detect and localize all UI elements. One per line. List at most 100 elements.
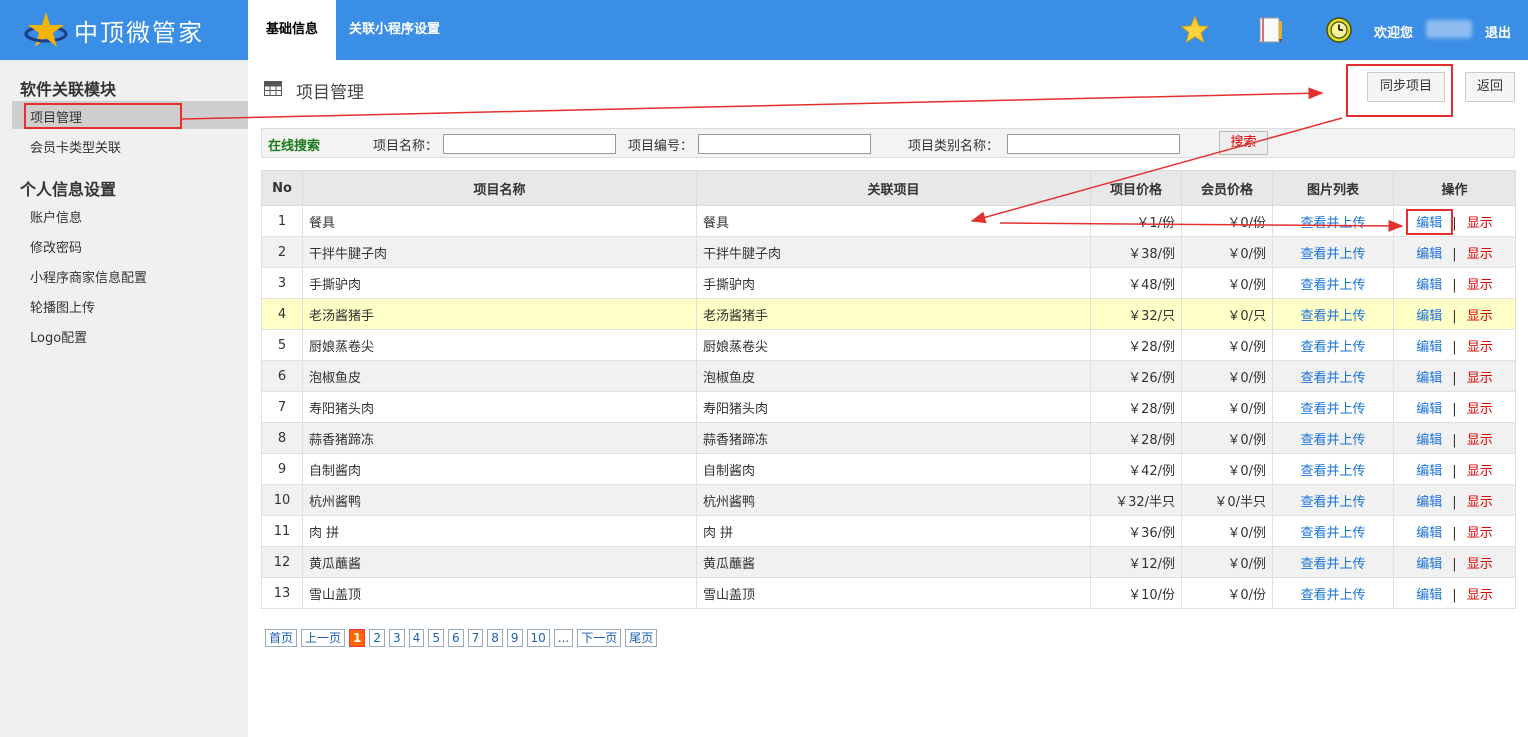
view-upload-link[interactable]: 查看并上传: [1300, 464, 1365, 479]
table-row: 10 杭州酱鸭 杭州酱鸭 ￥32/半只 ￥0/半只 查看并上传 编辑 | 显示: [261, 484, 1516, 516]
history-icon[interactable]: [1324, 15, 1354, 45]
col-header-images: 图片列表: [1272, 170, 1394, 206]
edit-link[interactable]: 编辑: [1416, 216, 1442, 231]
edit-link[interactable]: 编辑: [1416, 247, 1442, 262]
cell-actions: 编辑 | 显示: [1393, 546, 1516, 578]
edit-link[interactable]: 编辑: [1416, 433, 1442, 448]
page-number-button[interactable]: 10: [526, 629, 550, 647]
show-link[interactable]: 显示: [1467, 216, 1493, 231]
cell-actions: 编辑 | 显示: [1393, 484, 1516, 516]
edit-link[interactable]: 编辑: [1416, 309, 1442, 324]
search-button[interactable]: 搜索: [1219, 131, 1268, 155]
show-link[interactable]: 显示: [1467, 588, 1493, 603]
cell-name: 黄瓜蘸酱: [302, 546, 697, 578]
edit-link[interactable]: 编辑: [1416, 402, 1442, 417]
view-upload-link[interactable]: 查看并上传: [1300, 557, 1365, 572]
edit-link[interactable]: 编辑: [1416, 340, 1442, 355]
back-button[interactable]: 返回: [1465, 72, 1515, 102]
cell-name: 自制酱肉: [302, 453, 697, 485]
show-link[interactable]: 显示: [1467, 340, 1493, 355]
view-upload-link[interactable]: 查看并上传: [1300, 278, 1365, 293]
page-number-button[interactable]: 7: [467, 629, 484, 647]
edit-link[interactable]: 编辑: [1416, 371, 1442, 386]
tab-miniprogram-settings[interactable]: 关联小程序设置: [349, 0, 440, 60]
view-upload-link[interactable]: 查看并上传: [1300, 309, 1365, 324]
page-first-button[interactable]: 首页: [265, 629, 298, 647]
tab-basic-info[interactable]: 基础信息: [248, 0, 336, 60]
welcome-text: 欢迎您: [1374, 26, 1414, 41]
cell-price: ￥32/只: [1090, 298, 1182, 330]
sidebar-item-password[interactable]: 修改密码: [30, 237, 82, 256]
project-name-input[interactable]: [443, 134, 616, 154]
action-separator: |: [1452, 401, 1457, 417]
view-upload-link[interactable]: 查看并上传: [1300, 247, 1365, 262]
page-number-button[interactable]: 4: [408, 629, 425, 647]
page-number-button[interactable]: 5: [428, 629, 444, 647]
edit-link[interactable]: 编辑: [1416, 557, 1442, 572]
cell-member-price: ￥0/例: [1181, 391, 1273, 423]
star-icon[interactable]: [1180, 15, 1210, 45]
view-upload-link[interactable]: 查看并上传: [1300, 340, 1365, 355]
show-link[interactable]: 显示: [1467, 309, 1493, 324]
page-number-button[interactable]: 1: [349, 629, 366, 647]
show-link[interactable]: 显示: [1467, 526, 1493, 541]
view-upload-link[interactable]: 查看并上传: [1300, 433, 1365, 448]
cell-no: 12: [261, 546, 303, 578]
table-row: 8 蒜香猪蹄冻 蒜香猪蹄冻 ￥28/例 ￥0/例 查看并上传 编辑 | 显示: [261, 422, 1516, 454]
brand-logo[interactable]: 中顶微管家: [0, 0, 248, 60]
cell-member-price: ￥0/例: [1181, 360, 1273, 392]
show-link[interactable]: 显示: [1467, 464, 1493, 479]
page-number-button[interactable]: 8: [487, 629, 503, 647]
cell-name: 寿阳猪头肉: [302, 391, 697, 423]
page-prev-button[interactable]: 上一页: [301, 629, 346, 647]
cell-member-price: ￥0/半只: [1181, 484, 1273, 516]
show-link[interactable]: 显示: [1467, 557, 1493, 572]
table-row: 12 黄瓜蘸酱 黄瓜蘸酱 ￥12/例 ￥0/例 查看并上传 编辑 | 显示: [261, 546, 1516, 578]
project-code-input[interactable]: [698, 134, 871, 154]
show-link[interactable]: 显示: [1467, 402, 1493, 417]
logout-link[interactable]: 退出: [1485, 22, 1511, 41]
edit-link[interactable]: 编辑: [1416, 278, 1442, 293]
show-link[interactable]: 显示: [1467, 247, 1493, 262]
cell-actions: 编辑 | 显示: [1393, 236, 1516, 268]
sidebar-item-logo-config[interactable]: Logo配置: [30, 327, 87, 346]
sync-projects-button[interactable]: 同步项目: [1367, 72, 1445, 102]
page-number-button[interactable]: 6: [447, 629, 464, 647]
show-link[interactable]: 显示: [1467, 371, 1493, 386]
view-upload-link[interactable]: 查看并上传: [1300, 495, 1365, 510]
cell-actions: 编辑 | 显示: [1393, 391, 1516, 423]
sidebar-item-member-card[interactable]: 会员卡类型关联: [30, 137, 121, 156]
category-name-label: 项目类别名称：: [908, 139, 1000, 154]
view-upload-link[interactable]: 查看并上传: [1300, 526, 1365, 541]
show-link[interactable]: 显示: [1467, 433, 1493, 448]
page-number-button[interactable]: 3: [389, 629, 405, 647]
table-row: 1 餐具 餐具 ￥1/份 ￥0/份 查看并上传 编辑 | 显示: [261, 205, 1516, 237]
edit-link[interactable]: 编辑: [1416, 588, 1442, 603]
page-number-button[interactable]: 2: [369, 629, 386, 647]
cell-actions: 编辑 | 显示: [1393, 267, 1516, 299]
edit-link[interactable]: 编辑: [1416, 464, 1442, 479]
sidebar-item-account[interactable]: 账户信息: [30, 207, 82, 226]
sidebar: [0, 60, 248, 737]
action-separator: |: [1452, 556, 1457, 572]
view-upload-link[interactable]: 查看并上传: [1300, 402, 1365, 417]
pagination: 首页 上一页 1 2 3 4 5 6 7 8 9 10... 下一页 尾页: [265, 629, 658, 647]
category-name-input[interactable]: [1007, 134, 1180, 154]
page-last-button[interactable]: 尾页: [625, 629, 658, 647]
cell-images: 查看并上传: [1272, 484, 1394, 516]
sidebar-item-project-management[interactable]: 项目管理: [30, 107, 82, 126]
notebook-icon[interactable]: [1256, 15, 1286, 45]
edit-link[interactable]: 编辑: [1416, 495, 1442, 510]
show-link[interactable]: 显示: [1467, 278, 1493, 293]
view-upload-link[interactable]: 查看并上传: [1300, 588, 1365, 603]
edit-link[interactable]: 编辑: [1416, 526, 1442, 541]
view-upload-link[interactable]: 查看并上传: [1300, 216, 1365, 231]
sidebar-item-carousel-upload[interactable]: 轮播图上传: [30, 297, 95, 316]
show-link[interactable]: 显示: [1467, 495, 1493, 510]
view-upload-link[interactable]: 查看并上传: [1300, 371, 1365, 386]
page-next-button[interactable]: 下一页: [577, 629, 622, 647]
page-number-button[interactable]: 9: [506, 629, 523, 647]
sidebar-item-merchant-config[interactable]: 小程序商家信息配置: [30, 267, 147, 286]
cell-member-price: ￥0/例: [1181, 236, 1273, 268]
page-number-button[interactable]: ...: [553, 629, 574, 647]
